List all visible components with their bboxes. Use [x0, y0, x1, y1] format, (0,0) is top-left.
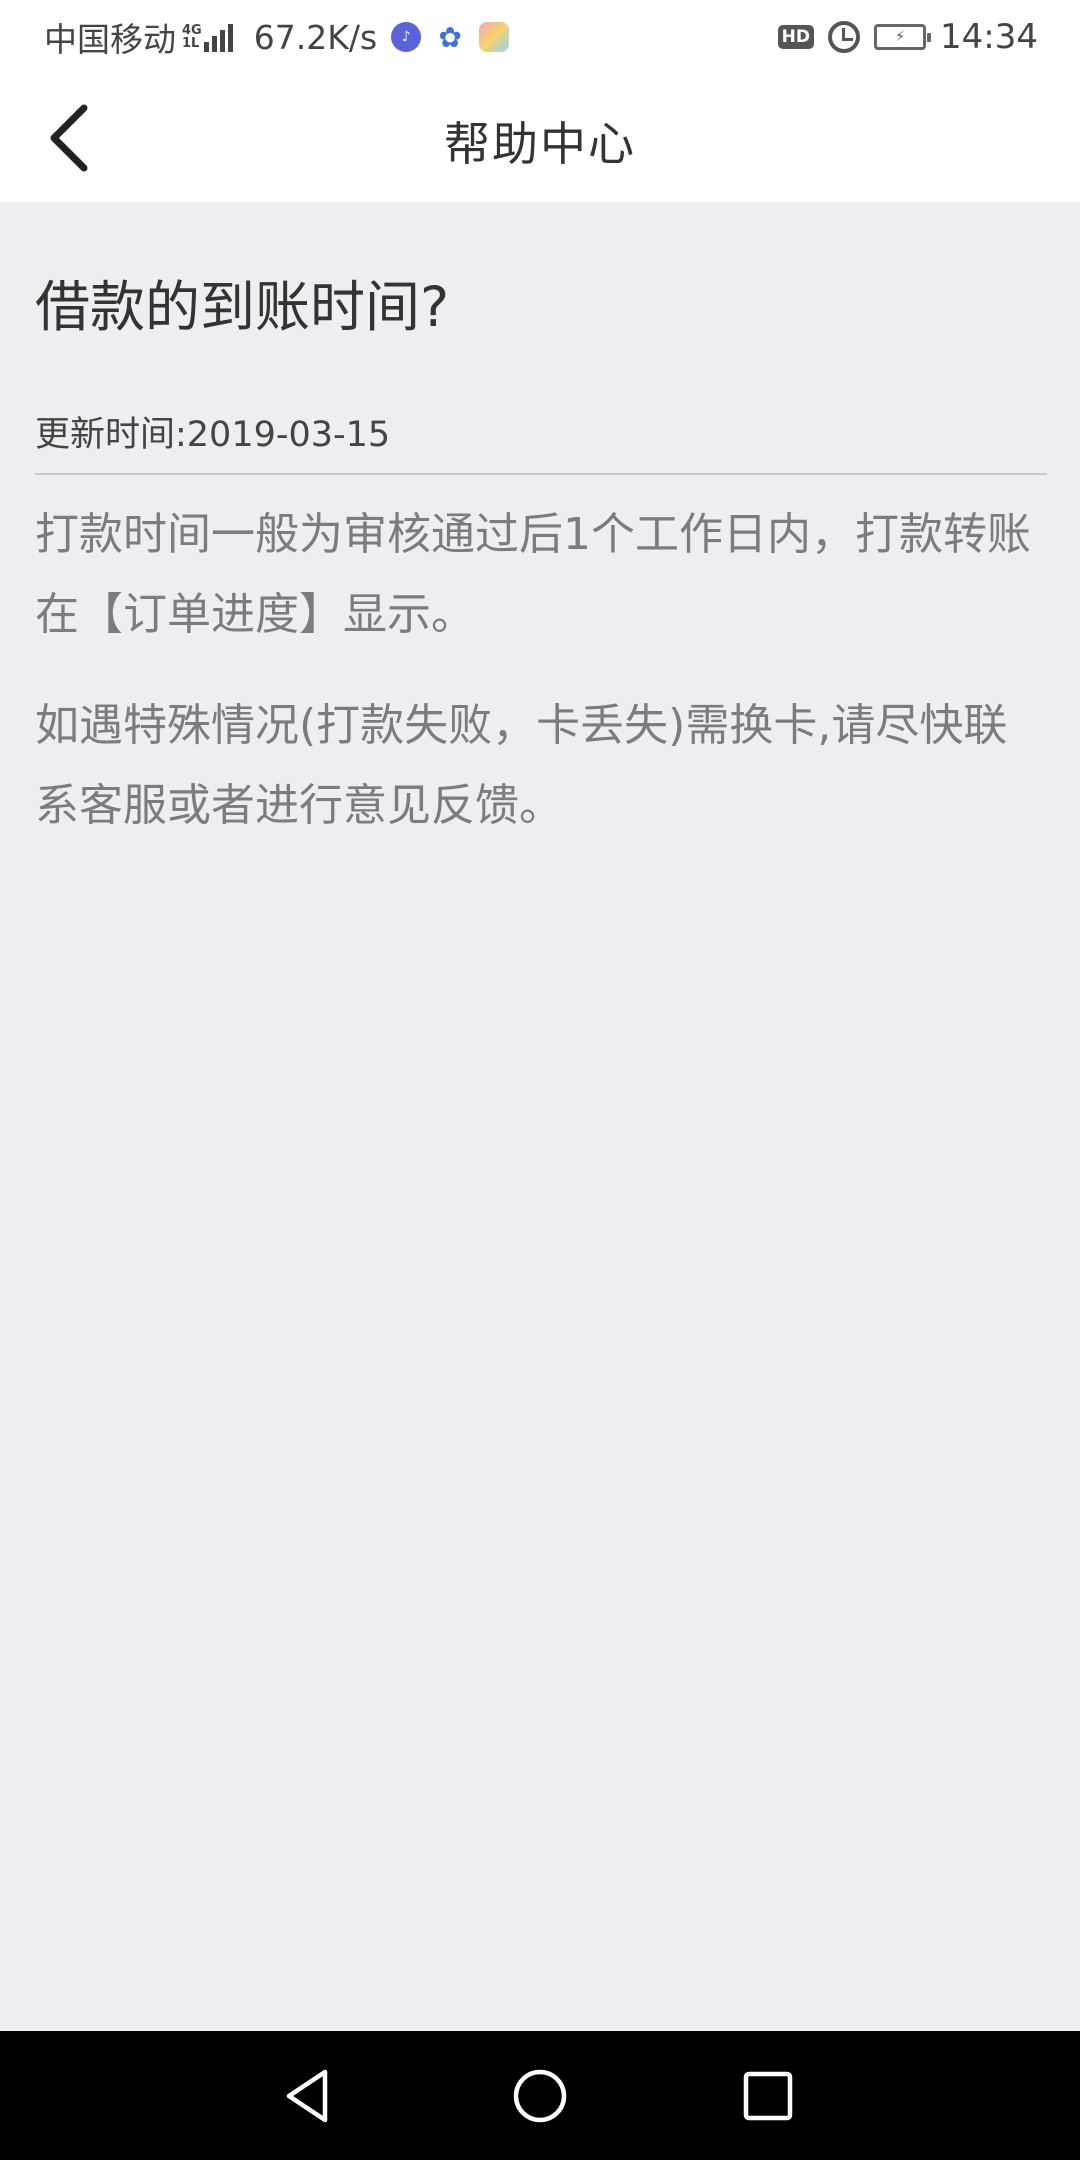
- answer-paragraph: 如遇特殊情况(打款失败，卡丢失)需换卡,请尽快联系客服或者进行意见反馈。: [35, 700, 1008, 831]
- network-speed: 67.2K/s: [253, 17, 378, 57]
- signal-icon: [203, 22, 236, 52]
- status-bar-right: HD ⚡ 14:34: [777, 17, 1038, 57]
- article-content: 借款的到账时间? 更新时间:2019-03-15 打款时间一般为审核通过后1个工…: [35, 202, 1047, 846]
- alarm-icon: [828, 21, 861, 53]
- nav-recent-button[interactable]: [731, 2059, 805, 2133]
- nav-home-button[interactable]: [503, 2059, 577, 2133]
- baidu-paw-icon: ✿: [438, 20, 462, 54]
- status-clock: 14:34: [940, 17, 1038, 57]
- system-nav-bar: [0, 2031, 1080, 2160]
- page-title: 帮助中心: [444, 117, 636, 171]
- network-sub: 1L: [182, 36, 200, 51]
- back-triangle-icon: [286, 2069, 328, 2123]
- hd-icon: HD: [777, 25, 815, 49]
- question-title: 借款的到账时间?: [35, 275, 450, 339]
- app-header: 帮助中心: [0, 74, 1080, 202]
- battery-charging-icon: ⚡: [874, 24, 932, 50]
- gallery-app-icon: [479, 22, 510, 52]
- nav-back-button[interactable]: [272, 2059, 346, 2133]
- music-app-icon: ♪: [391, 22, 422, 52]
- carrier-name: 中国移动: [44, 20, 176, 59]
- network-type-indicator: 4G 1L: [182, 24, 202, 50]
- status-bar: 中国移动 4G 1L 67.2K/s ♪ ✿ HD ⚡ 14:34: [0, 0, 1080, 74]
- answer-paragraph: 打款时间一般为审核通过后1个工作日内，打款转账在【订单进度】显示。: [35, 509, 1031, 640]
- update-time: 更新时间:2019-03-15: [35, 413, 1047, 475]
- recent-square-icon: [743, 2071, 793, 2121]
- status-bar-left: 中国移动 4G 1L 67.2K/s ♪ ✿: [44, 13, 523, 61]
- home-circle-icon: [513, 2069, 567, 2123]
